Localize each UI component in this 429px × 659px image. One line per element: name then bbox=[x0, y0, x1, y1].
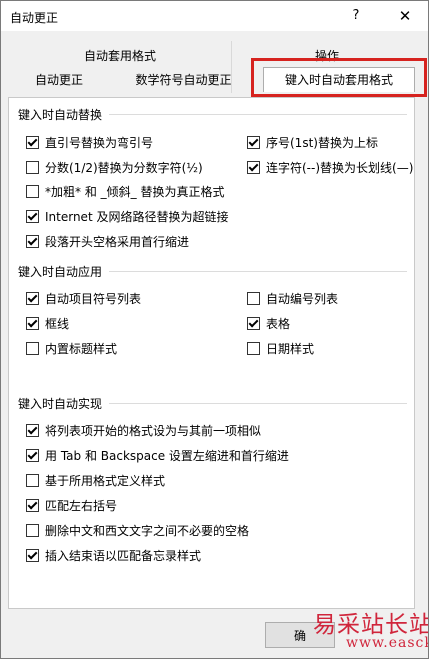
option-label: 删除中文和西文文字之间不必要的空格 bbox=[45, 523, 250, 538]
watermark-text: 易采站长站 bbox=[313, 612, 429, 638]
group-title-apply: 键入时自动应用 bbox=[18, 265, 103, 279]
option-ordinals-superscript[interactable]: 序号(1st)替换为上标 bbox=[247, 133, 378, 151]
checkbox[interactable] bbox=[247, 341, 260, 355]
checkbox[interactable] bbox=[26, 209, 39, 223]
help-icon[interactable]: ? bbox=[346, 5, 366, 27]
highlight-box bbox=[251, 58, 427, 97]
checkbox[interactable] bbox=[26, 341, 39, 355]
checkbox[interactable] bbox=[26, 523, 39, 537]
checkbox[interactable] bbox=[247, 291, 260, 305]
option-smart-quotes[interactable]: 直引号替换为弯引号 bbox=[26, 133, 153, 151]
option-bold-italic[interactable]: *加粗* 和 _倾斜_ 替换为真正格式 bbox=[26, 182, 224, 200]
option-label: 序号(1st)替换为上标 bbox=[266, 135, 378, 150]
option-label: *加粗* 和 _倾斜_ 替换为真正格式 bbox=[45, 184, 225, 199]
autocorrect-dialog: 自动更正 ? ✕ 自动套用格式 操作 自动更正 数学符号自动更正 键入时自动套用… bbox=[0, 0, 429, 659]
option-label: 内置标题样式 bbox=[45, 341, 118, 356]
option-match-parentheses[interactable]: 匹配左右括号 bbox=[26, 496, 117, 514]
option-label: 将列表项开始的格式设为与其前一项相似 bbox=[45, 423, 262, 438]
option-auto-numbering[interactable]: 自动编号列表 bbox=[247, 289, 338, 307]
checkbox[interactable] bbox=[26, 184, 39, 198]
option-label: 基于所用格式定义样式 bbox=[45, 473, 166, 488]
option-label: 直引号替换为弯引号 bbox=[45, 135, 154, 150]
option-define-styles[interactable]: 基于所用格式定义样式 bbox=[26, 471, 165, 489]
checkbox[interactable] bbox=[26, 160, 39, 174]
checkbox[interactable] bbox=[247, 316, 260, 330]
checkbox[interactable] bbox=[26, 498, 39, 512]
checkbox[interactable] bbox=[26, 316, 39, 330]
option-auto-bullets[interactable]: 自动项目符号列表 bbox=[26, 289, 141, 307]
option-borders[interactable]: 框线 bbox=[26, 314, 69, 332]
tab-math-autocorrect[interactable]: 数学符号自动更正 bbox=[111, 70, 256, 90]
option-label: 自动编号列表 bbox=[266, 291, 339, 306]
title-bar: 自动更正 ? ✕ bbox=[1, 1, 428, 31]
option-label: 分数(1/2)替换为分数字符(½) bbox=[45, 160, 203, 175]
group-title-replace: 键入时自动替换 bbox=[18, 108, 103, 122]
option-hyperlinks[interactable]: Internet 及网络路径替换为超链接 bbox=[26, 207, 228, 225]
option-leading-spaces-indent[interactable]: 段落开头空格采用首行缩进 bbox=[26, 232, 189, 250]
group-divider bbox=[109, 114, 407, 115]
group-divider bbox=[109, 403, 407, 404]
option-tables[interactable]: 表格 bbox=[247, 314, 290, 332]
checkbox[interactable] bbox=[26, 448, 39, 462]
option-fractions[interactable]: 分数(1/2)替换为分数字符(½) bbox=[26, 158, 203, 176]
option-remove-extra-spaces[interactable]: 删除中文和西文文字之间不必要的空格 bbox=[26, 521, 249, 539]
option-label: 自动项目符号列表 bbox=[45, 291, 142, 306]
option-label: 匹配左右括号 bbox=[45, 498, 118, 513]
group-divider bbox=[109, 271, 407, 272]
checkbox[interactable] bbox=[26, 473, 39, 487]
group-title-automatic: 键入时自动实现 bbox=[18, 397, 103, 411]
option-date-styles[interactable]: 日期样式 bbox=[247, 339, 314, 357]
checkbox[interactable] bbox=[247, 160, 260, 174]
tab-panel: 键入时自动替换 直引号替换为弯引号 序号(1st)替换为上标 分数(1/2)替换… bbox=[8, 97, 415, 609]
option-label: 连字符(--)替换为长划线(—) bbox=[266, 160, 414, 175]
checkbox[interactable] bbox=[247, 135, 260, 149]
tab-autoformat[interactable]: 自动套用格式 bbox=[9, 46, 231, 66]
window-title: 自动更正 bbox=[10, 11, 59, 25]
option-format-list-start[interactable]: 将列表项开始的格式设为与其前一项相似 bbox=[26, 421, 261, 439]
checkbox[interactable] bbox=[26, 234, 39, 248]
checkbox[interactable] bbox=[26, 423, 39, 437]
option-hyphens-dash[interactable]: 连字符(--)替换为长划线(—) bbox=[247, 158, 413, 176]
tab-autocorrect[interactable]: 自动更正 bbox=[9, 70, 109, 90]
option-label: 插入结束语以匹配备忘录样式 bbox=[45, 548, 202, 563]
checkbox[interactable] bbox=[26, 548, 39, 562]
checkbox[interactable] bbox=[26, 135, 39, 149]
checkbox[interactable] bbox=[26, 291, 39, 305]
close-icon[interactable]: ✕ bbox=[393, 5, 417, 27]
option-memo-closing[interactable]: 插入结束语以匹配备忘录样式 bbox=[26, 546, 201, 564]
watermark-url: www.easck.com bbox=[346, 635, 428, 651]
option-tab-backspace-indent[interactable]: 用 Tab 和 Backspace 设置左缩进和首行缩进 bbox=[26, 446, 289, 464]
option-label: 段落开头空格采用首行缩进 bbox=[45, 234, 190, 249]
option-label: 表格 bbox=[266, 316, 291, 331]
option-heading-styles[interactable]: 内置标题样式 bbox=[26, 339, 117, 357]
option-label: 框线 bbox=[45, 316, 70, 331]
option-label: 日期样式 bbox=[266, 341, 315, 356]
option-label: Internet 及网络路径替换为超链接 bbox=[45, 209, 229, 224]
option-label: 用 Tab 和 Backspace 设置左缩进和首行缩进 bbox=[45, 448, 289, 463]
